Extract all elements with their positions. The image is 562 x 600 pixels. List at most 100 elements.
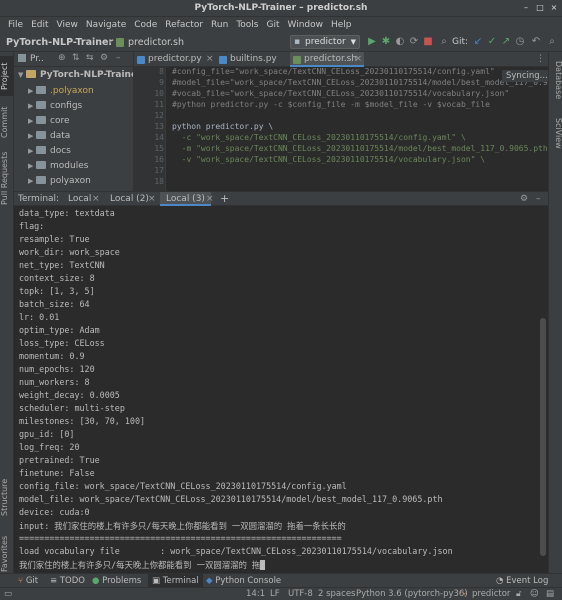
lock-icon[interactable]: 🔓︎ [516,588,522,600]
tree-item[interactable]: ▶ docs [28,144,71,159]
rollback-icon[interactable]: ↶ [530,36,542,48]
menu-edit[interactable]: Edit [27,17,52,33]
python-interpreter[interactable]: Python 3.6 (pytorch-py36) [356,588,468,600]
menu-tools[interactable]: Tools [232,17,262,33]
tree-item[interactable]: ▶ modules [28,159,88,174]
code-line: #python predictor.py -c $config_file -m … [172,100,490,109]
breadcrumb-project[interactable]: PyTorch-NLP-Trainer [6,37,113,48]
git-push-icon[interactable]: ↗ [500,36,512,48]
terminal-line: topk: [1, 3, 5] [19,286,95,296]
menu-file[interactable]: File [4,17,27,33]
search-everywhere-icon[interactable]: ⌕ [546,36,558,48]
file-encoding[interactable]: UTF-8 [288,588,313,600]
tool-window-todo[interactable]: ≡ TODO [50,574,85,588]
run-icon[interactable]: ▶ [366,36,378,48]
tool-tab-sciview[interactable]: SciView [549,112,562,154]
caret-position[interactable]: 14:1 [246,588,265,600]
terminal-scrollbar[interactable] [540,318,546,556]
gear-icon[interactable]: ⚙ [520,192,528,206]
tool-tab-favorites[interactable]: Favorites [0,532,14,576]
tool-window-git[interactable]: ⑂ Git [18,574,38,588]
inspection-icon[interactable]: ☺ [530,588,539,600]
line-number: 16 [154,155,164,164]
terminal-tab-local[interactable]: Local [68,192,91,206]
tool-tab-pull-requests[interactable]: Pull Requests [0,148,14,208]
menu-run[interactable]: Run [207,17,232,33]
new-terminal-button[interactable]: + [220,192,229,206]
tree-item[interactable]: ▶ polyaxon [28,174,91,189]
menu-code[interactable]: Code [130,17,161,33]
menu-navigate[interactable]: Navigate [82,17,130,33]
chevron-right-icon: ▶ [28,87,34,95]
tool-window-event-log[interactable]: ◔ Event Log [496,574,548,588]
editor-tab-builtins-py[interactable]: builtins.py [216,52,288,67]
editor-tab-predictor-py[interactable]: predictor.py [134,52,204,67]
code-area[interactable]: #config_file="work_space/TextCNN_CELoss_… [167,67,548,191]
close-tab-icon[interactable]: × [92,192,100,206]
tree-item[interactable]: ▶ core [28,114,70,129]
menu-refactor[interactable]: Refactor [161,17,207,33]
terminal-output[interactable]: data_type: textdata flag: resample: True… [14,206,548,573]
tool-tab-project[interactable]: Project [0,56,14,96]
terminal-line: log_freq: 20 [19,442,80,452]
tabs-more-icon[interactable]: ⋮ [536,52,545,67]
project-view-icon [18,54,26,62]
tree-item[interactable]: ▶ configs [28,99,82,114]
layout-icon[interactable]: ▭ [4,588,12,600]
terminal-line: input: 我们家住的楼上有许多只/每天晚上你都能看到 一双圆溜溜的 拖着一条… [19,521,346,531]
right-tool-strip: Database SciView [548,52,562,573]
coverage-icon[interactable]: ◐ [394,36,406,48]
tree-item[interactable]: ▶ .polyaxon [28,84,94,99]
terminal-line: flag: [19,221,45,231]
tool-tab-database[interactable]: Database [549,56,562,104]
terminal-line: config_file: work_space/TextCNN_CELoss_2… [19,481,347,491]
locate-file-icon[interactable]: ⊕ [58,53,66,63]
terminal-line: model_file: work_space/TextCNN_CELoss_20… [19,494,443,504]
tool-tab-commit[interactable]: Commit [0,102,14,142]
tree-item[interactable]: ▶ data [28,129,70,144]
tool-window-python-console[interactable]: ◆ Python Console [206,574,281,588]
line-separator[interactable]: LF [270,588,280,600]
breadcrumb-file[interactable]: predictor.sh [128,37,184,48]
profile-icon[interactable]: ⟳ [408,36,420,48]
close-tab-icon[interactable]: × [206,192,214,206]
tool-window-terminal[interactable]: ▣ Terminal [148,574,203,588]
terminal-tab-local-3[interactable]: Local (3) [160,192,211,206]
close-tab-icon[interactable]: × [148,192,156,206]
hide-panel-icon[interactable]: – [536,192,541,206]
git-commit-icon[interactable]: ✓ [486,36,498,48]
terminal-tab-local-2[interactable]: Local (2) [110,192,149,206]
gear-icon[interactable]: ⚙ [100,53,108,63]
tree-root[interactable]: ▼ PyTorch-NLP-Trainer [18,68,133,83]
close-tab-icon[interactable]: × [354,52,362,67]
tool-window-problems[interactable]: ● Problems [92,574,141,588]
close-tab-icon[interactable]: × [206,52,214,67]
collapse-all-icon[interactable]: ⇆ [86,53,94,63]
minimize-button[interactable]: – [520,2,532,14]
maximize-button[interactable]: □ [534,2,546,14]
debug-icon[interactable]: ✱ [380,36,392,48]
stop-icon[interactable]: ■ [422,36,434,48]
run-configuration-select[interactable]: ▪ predictor ▼ [290,35,360,49]
search-icon[interactable]: ⌕ [438,36,450,48]
close-button[interactable]: × [548,2,560,14]
hide-panel-icon[interactable]: – [116,53,121,63]
expand-all-icon[interactable]: ⇅ [72,53,80,63]
history-icon[interactable]: ◷ [514,36,526,48]
notifications-icon[interactable]: ▤ [546,588,554,600]
menu-window[interactable]: Window [284,17,328,33]
menu-view[interactable]: View [53,17,82,33]
event-log-icon: ◔ [496,576,507,586]
terminal-line: 我们家住的楼上有许多只/每天晚上你都能看到 一双圆溜溜的 拖 [19,560,261,570]
indent-setting[interactable]: 2 spaces [318,588,355,600]
menu-help[interactable]: Help [327,17,356,33]
menu-git[interactable]: Git [262,17,283,33]
project-view-select[interactable]: Pr.. [30,54,44,64]
editor-tab-label: builtins.py [230,54,277,64]
editor-tab-predictor-sh[interactable]: predictor.sh × [290,52,364,67]
line-number: 14 [154,133,164,142]
git-update-icon[interactable]: ↙ [472,36,484,48]
tool-tab-structure[interactable]: Structure [0,472,14,522]
terminal-line: ========================================… [19,533,342,543]
git-branch[interactable]: predictor [472,588,510,600]
